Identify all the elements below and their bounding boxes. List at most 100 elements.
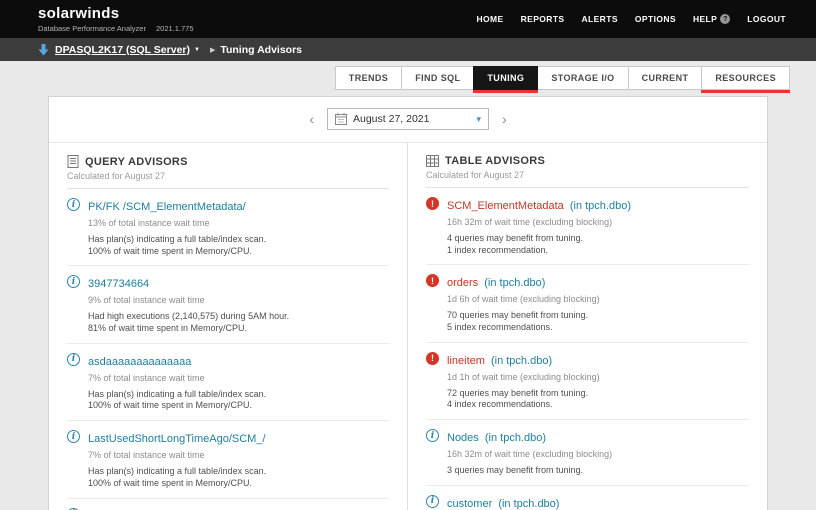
query-advisor-link[interactable]: LastUsedShortLongTimeAgo/SCM_/ (88, 433, 266, 445)
wait-summary: 16h 32m of wait time (excluding blocking… (447, 217, 613, 227)
nav-reports[interactable]: REPORTS (521, 14, 565, 24)
product-name: Database Performance Analyzer (38, 23, 146, 33)
query-advisors-title: QUERY ADVISORS (85, 155, 188, 168)
tab-current[interactable]: CURRENT (627, 66, 703, 90)
advisor-details: Has plan(s) indicating a full table/inde… (88, 466, 266, 489)
query-advisors-panel: QUERY ADVISORS Calculated for August 27 … (49, 143, 408, 510)
table-advisor-item: i customer (in tpch.dbo) 31m 46s of wait… (426, 484, 749, 510)
wait-summary: 7% of total instance wait time (88, 372, 205, 383)
query-advisors-icon (67, 155, 79, 168)
query-advisor-link[interactable]: asdaaaaaaaaaaaaaa (88, 356, 191, 368)
table-name: orders (447, 277, 479, 290)
table-location: (in tpch.dbo) (484, 432, 547, 445)
table-name: lineitem (447, 354, 485, 367)
table-advisor-item: ! SCM_ElementMetadata (in tpch.dbo) 16h … (426, 188, 749, 264)
query-advisor-link[interactable]: 3947734664 (88, 278, 149, 290)
tab-find-sql[interactable]: FIND SQL (401, 66, 475, 90)
nav-options[interactable]: OPTIONS (635, 14, 676, 24)
table-location: (in tpch.dbo) (498, 497, 560, 510)
detail-line: 81% of wait time spent in Memory/CPU. (88, 323, 248, 334)
table-advisors-title: TABLE ADVISORS (445, 155, 546, 167)
table-advisor-link[interactable]: lineitem (in tpch.dbo) (447, 355, 552, 367)
advisor-details: Had high executions (2,140,575) during 5… (88, 311, 289, 334)
detail-line: 4 index recommendations. (447, 399, 553, 410)
detail-line: 3 queries may benefit from tuning. (447, 465, 584, 476)
query-advisors-subtitle: Calculated for August 27 (67, 171, 166, 181)
nav-help-label[interactable]: HELP (693, 14, 717, 24)
critical-icon: ! (426, 197, 439, 210)
query-advisor-link[interactable]: PK/FK /SCM_ElementMetadata/ (88, 201, 246, 213)
detail-line: 1 index recommendation. (447, 244, 549, 255)
solarwinds-logo: solarwinds (38, 4, 120, 22)
wait-summary: 1d 6h of wait time (excluding blocking) (447, 294, 600, 305)
breadcrumb-bar: DPASQL2K17 (SQL Server) ▼ ▶ Tuning Advis… (0, 38, 816, 61)
date-picker[interactable]: August 27, 2021 ▾ (327, 108, 489, 130)
table-advisors-subtitle: Calculated for August 27 (426, 170, 525, 180)
detail-line: Has plan(s) indicating a full table/inde… (88, 466, 267, 477)
instance-down-arrow-icon (38, 43, 49, 56)
date-navigation: ‹ August 27, 2021 ▾ › (49, 97, 767, 143)
tab-tuning[interactable]: TUNING (473, 66, 539, 93)
advisor-details: 3 queries may benefit from tuning. (447, 465, 612, 477)
advisor-details: 70 queries may benefit from tuning. 5 in… (447, 310, 600, 333)
table-advisor-link[interactable]: orders (in tpch.dbo) (447, 277, 545, 289)
brand-block: solarwinds Database Performance Analyzer… (38, 6, 194, 33)
table-advisor-item: ! lineitem (in tpch.dbo) 1d 1h of wait t… (426, 341, 749, 419)
table-advisors-icon (426, 155, 439, 167)
query-advisor-item: i 3947734664 9% of total instance wait t… (67, 265, 389, 342)
next-day-button[interactable]: › (502, 112, 507, 126)
table-name: customer (447, 497, 493, 510)
info-icon: i (67, 275, 80, 289)
detail-line: Has plan(s) indicating a full table/inde… (88, 388, 267, 399)
advisor-details: Has plan(s) indicating a full table/inde… (88, 234, 266, 257)
tuning-advisors-card: ‹ August 27, 2021 ▾ › QUERY ADVISORS Cal… (48, 96, 768, 510)
query-advisor-item: i asdaaaaaaaaaaaaaa 7% of total instance… (67, 342, 389, 420)
wait-summary: 9% of total instance wait time (88, 295, 205, 306)
info-icon: i (426, 429, 439, 443)
table-advisor-link[interactable]: customer (in tpch.dbo) (447, 498, 559, 510)
calendar-icon (335, 113, 347, 125)
help-icon[interactable]: ? (720, 14, 731, 24)
wait-summary: 13% of total instance wait time (88, 218, 210, 228)
nav-logout[interactable]: LOGOUT (747, 14, 786, 24)
instance-caret-icon[interactable]: ▼ (194, 47, 200, 53)
tab-strip: TRENDS FIND SQL TUNING STORAGE I/O CURRE… (0, 66, 790, 93)
breadcrumb-page-title: Tuning Advisors (220, 43, 303, 56)
table-location: (in tpch.dbo) (484, 277, 546, 290)
prev-day-button[interactable]: ‹ (309, 112, 314, 126)
table-name: Nodes (447, 432, 479, 445)
selected-date: August 27, 2021 (353, 113, 430, 125)
critical-icon: ! (426, 274, 439, 288)
table-advisors-panel: TABLE ADVISORS Calculated for August 27 … (408, 143, 767, 510)
detail-line: 70 queries may benefit from tuning. (447, 310, 589, 321)
info-icon: i (67, 430, 80, 444)
table-name: SCM_ElementMetadata (447, 200, 564, 212)
product-version: 2021.1.775 (155, 23, 194, 33)
top-nav: HOME REPORTS ALERTS OPTIONS HELP ? LOGOU… (476, 14, 786, 24)
critical-icon: ! (426, 351, 439, 365)
wait-summary: 7% of total instance wait time (88, 450, 205, 461)
instance-selector[interactable]: DPASQL2K17 (SQL Server) (55, 44, 190, 56)
advisor-details: 4 queries may benefit from tuning. 1 ind… (447, 233, 631, 256)
date-dropdown-caret-icon: ▾ (476, 113, 481, 124)
query-advisor-item: i 2415565769 5% of total instance wait t… (67, 497, 389, 510)
table-advisor-link[interactable]: SCM_ElementMetadata (in tpch.dbo) (447, 200, 631, 212)
tab-storage-io[interactable]: STORAGE I/O (537, 66, 629, 90)
wait-summary: 1d 1h of wait time (excluding blocking) (447, 371, 600, 382)
breadcrumb-arrow-icon: ▶ (209, 46, 216, 54)
detail-line: Has plan(s) indicating a full table/inde… (88, 234, 267, 244)
info-icon: i (67, 352, 80, 366)
tab-resources[interactable]: RESOURCES (701, 66, 790, 93)
table-advisor-link[interactable]: Nodes (in tpch.dbo) (447, 432, 546, 444)
detail-line: 5 index recommendations. (447, 322, 553, 333)
nav-home[interactable]: HOME (476, 14, 503, 24)
tab-trends[interactable]: TRENDS (334, 66, 403, 90)
detail-line: 100% of wait time spent in Memory/CPU. (88, 477, 253, 488)
product-subtitle: Database Performance Analyzer 2021.1.775 (38, 24, 194, 33)
table-advisor-item: ! orders (in tpch.dbo) 1d 6h of wait tim… (426, 264, 749, 341)
nav-help[interactable]: HELP ? (693, 14, 731, 24)
detail-line: Had high executions (2,140,575) during 5… (88, 311, 290, 322)
table-location: (in tpch.dbo) (490, 354, 553, 367)
wait-summary: 16h 32m of wait time (excluding blocking… (447, 449, 613, 460)
nav-alerts[interactable]: ALERTS (581, 14, 617, 24)
